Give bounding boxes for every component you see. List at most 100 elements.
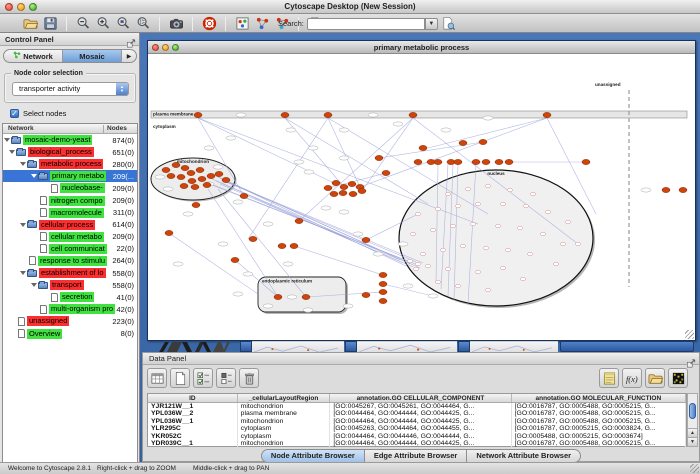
app-resize-grip[interactable] xyxy=(690,464,699,473)
gene-node[interactable] xyxy=(434,159,442,164)
nucleus-node[interactable] xyxy=(495,224,500,228)
expander-triangle-icon[interactable] xyxy=(20,223,26,227)
delete-attribute-icon[interactable] xyxy=(239,368,259,388)
nucleus-node[interactable] xyxy=(553,262,558,266)
minimized-window-bar[interactable] xyxy=(560,341,694,352)
nucleus-node[interactable] xyxy=(475,202,480,206)
tree-row[interactable]: Overview8(0) xyxy=(3,328,137,340)
gene-node[interactable] xyxy=(419,145,427,150)
table-row[interactable]: YLR295Ccytoplasm[GO:0045263, GO:0044464,… xyxy=(148,425,686,432)
nucleus-node[interactable] xyxy=(485,184,490,188)
table-cell[interactable]: YLR295C xyxy=(148,425,238,432)
tab-overflow-arrow[interactable]: ▶ xyxy=(122,50,136,62)
float-panel-icon[interactable] xyxy=(126,35,136,44)
close-button[interactable] xyxy=(5,3,13,11)
tree-row[interactable]: secretion41(0) xyxy=(3,291,137,303)
gene-node[interactable] xyxy=(165,230,173,235)
table-cell[interactable]: cytoplasm xyxy=(238,425,331,432)
tab-node-attribute-browser[interactable]: Node Attribute Browser xyxy=(261,449,365,463)
gene-node[interactable] xyxy=(192,202,200,207)
nucleus-node[interactable] xyxy=(455,204,460,208)
table-cell[interactable]: YJR121W__1 xyxy=(148,403,238,410)
nucleus-node[interactable] xyxy=(565,220,570,224)
import-attributes-icon[interactable] xyxy=(645,368,665,388)
expander-triangle-icon[interactable] xyxy=(4,138,10,142)
tree-row[interactable]: cellular metabo209(0) xyxy=(3,231,137,243)
gene-node[interactable] xyxy=(167,173,175,178)
nucleus-node[interactable] xyxy=(505,248,510,252)
gene-node[interactable] xyxy=(662,187,670,192)
snapshot-icon[interactable] xyxy=(168,16,184,32)
matrix-icon[interactable] xyxy=(668,368,688,388)
minimized-window-titlebar[interactable] xyxy=(345,341,357,352)
tree-row[interactable]: response to stimulu264(0) xyxy=(3,255,137,267)
gene-node[interactable] xyxy=(302,294,310,299)
gene-node[interactable] xyxy=(362,292,370,297)
network-view-titlebar[interactable]: primary metabolic process xyxy=(148,41,695,54)
notes-icon[interactable] xyxy=(599,368,619,388)
table-row[interactable]: YPL036W__1mitochondrion[GO:0044464, GO:0… xyxy=(148,418,686,425)
column-header[interactable]: ID xyxy=(148,394,238,402)
table-cell[interactable]: [GO:0016787, GO:0005215, GO:0003824, G..… xyxy=(512,425,686,432)
table-cell[interactable]: mitochondrion xyxy=(238,403,331,410)
table-cell[interactable]: [GO:0016787, GO:0005488, GO:0005215, G..… xyxy=(512,403,686,410)
table-row[interactable]: YDR039C__1mitochondrion[GO:0044464, GO:0… xyxy=(148,440,686,447)
column-header[interactable]: _cellularLayoutRegion xyxy=(238,394,331,402)
tree-row[interactable]: macromolecule311(0) xyxy=(3,207,137,219)
table-cell[interactable]: YPL036W__2 xyxy=(148,410,238,417)
nucleus-node[interactable] xyxy=(485,288,490,292)
gene-node[interactable] xyxy=(459,140,467,145)
gene-node[interactable] xyxy=(290,243,298,248)
scroll-down-icon[interactable]: ▼ xyxy=(688,437,697,446)
gene-node[interactable] xyxy=(414,159,422,164)
nucleus-node[interactable] xyxy=(435,280,440,284)
tree-row[interactable]: nitrogen compo209(0) xyxy=(3,194,137,206)
layout-icon-a[interactable] xyxy=(254,16,270,32)
gene-node[interactable] xyxy=(188,178,196,183)
table-cell[interactable]: mitochondrion xyxy=(238,440,331,447)
gene-node[interactable] xyxy=(472,159,480,164)
nucleus-node[interactable] xyxy=(575,242,580,246)
zoom-out-icon[interactable] xyxy=(75,16,91,32)
table-cell[interactable]: YPL036W__1 xyxy=(148,418,238,425)
tree-row[interactable]: establishment of lo558(0) xyxy=(3,267,137,279)
gene-node[interactable] xyxy=(348,181,356,186)
gene-node[interactable] xyxy=(278,243,286,248)
tree-row[interactable]: biological_process651(0) xyxy=(3,146,137,158)
table-cell[interactable]: [GO:0005488, GO:0005215, GO:0003674] xyxy=(512,433,686,440)
table-scrollbar[interactable]: ▲ ▼ xyxy=(687,393,698,447)
gene-node[interactable] xyxy=(482,159,490,164)
tree-row[interactable]: cellular process614(0) xyxy=(3,219,137,231)
help-icon[interactable] xyxy=(201,16,217,32)
gene-node[interactable] xyxy=(358,188,366,193)
nucleus-node[interactable] xyxy=(517,226,522,230)
gene-node[interactable] xyxy=(505,159,513,164)
gene-node[interactable] xyxy=(375,155,383,160)
table-mode-icon[interactable] xyxy=(147,368,167,388)
nucleus-node[interactable] xyxy=(527,252,532,256)
minimized-window-titlebar[interactable] xyxy=(458,341,470,352)
expander-triangle-icon[interactable] xyxy=(9,150,15,154)
scrollbar-thumb[interactable] xyxy=(689,403,696,419)
table-cell[interactable]: [GO:0044464, GO:0044446, GO:0044444, G..… xyxy=(330,433,511,440)
nucleus-node[interactable] xyxy=(560,242,565,246)
nucleus-node[interactable] xyxy=(483,246,488,250)
table-cell[interactable]: mitochondrion xyxy=(238,418,331,425)
plasma-membrane-region[interactable] xyxy=(151,111,687,118)
expander-triangle-icon[interactable] xyxy=(31,283,37,287)
gene-node[interactable] xyxy=(362,237,370,242)
gene-node[interactable] xyxy=(187,170,195,175)
table-row[interactable]: YKR052Ccytoplasm[GO:0044464, GO:0044446,… xyxy=(148,433,686,440)
zoom-in-icon[interactable] xyxy=(95,16,111,32)
minimized-network-window[interactable] xyxy=(470,341,558,352)
window-resize-grip[interactable] xyxy=(685,330,694,339)
search-dropdown-arrow[interactable]: ▼ xyxy=(425,18,438,30)
minimize-button[interactable] xyxy=(162,44,169,51)
gene-node[interactable] xyxy=(207,173,215,178)
column-header[interactable]: annotation.GO MOLECULAR_FUNCTION xyxy=(512,394,686,402)
gene-node[interactable] xyxy=(330,191,338,196)
gene-node[interactable] xyxy=(339,190,347,195)
nucleus-node[interactable] xyxy=(523,204,528,208)
gene-node[interactable] xyxy=(479,139,487,144)
tab-mosaic[interactable]: Mosaic xyxy=(63,50,122,62)
